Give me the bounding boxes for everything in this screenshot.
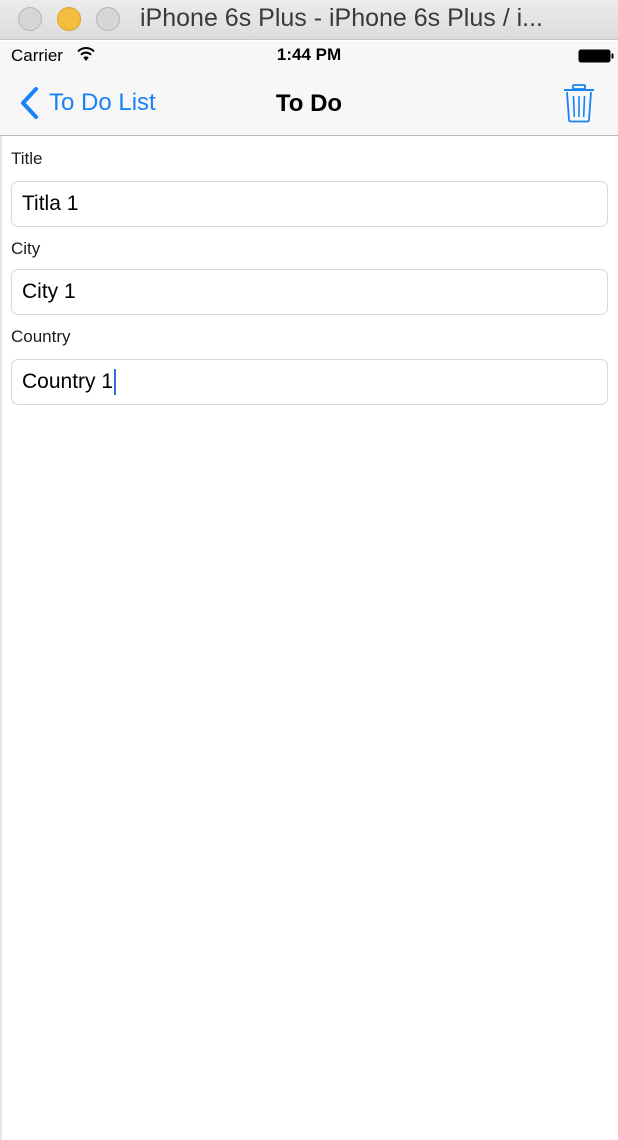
- navigation-bar: To Do List To Do: [0, 71, 618, 136]
- country-field-label: Country: [11, 327, 71, 346]
- window-edge: [0, 136, 2, 1140]
- close-window-button[interactable]: [18, 7, 42, 31]
- nav-title: To Do: [275, 90, 343, 117]
- city-text-field[interactable]: City 1: [11, 269, 608, 315]
- city-field-value: City 1: [22, 280, 76, 303]
- zoom-window-button[interactable]: [96, 7, 120, 31]
- country-field-value: Country 1: [22, 370, 114, 393]
- window-title: iPhone 6s Plus - iPhone 6s Plus / i...: [140, 4, 543, 32]
- text-cursor: [114, 369, 117, 395]
- status-bar: Carrier 1:44 PM: [0, 41, 618, 71]
- city-field-label: City: [11, 239, 41, 258]
- status-time: 1:44 PM: [276, 45, 342, 64]
- battery-icon: [578, 49, 614, 63]
- minimize-window-button[interactable]: [57, 7, 81, 31]
- window-titlebar: iPhone 6s Plus - iPhone 6s Plus / i...: [0, 0, 618, 40]
- simulator-window: iPhone 6s Plus - iPhone 6s Plus / i... C…: [0, 0, 618, 1140]
- title-field-value: Titla 1: [22, 192, 79, 215]
- trash-icon[interactable]: [562, 83, 596, 123]
- country-text-field[interactable]: Country 1: [11, 359, 608, 405]
- title-text-field[interactable]: Titla 1: [11, 181, 608, 227]
- title-field-label: Title: [11, 149, 43, 168]
